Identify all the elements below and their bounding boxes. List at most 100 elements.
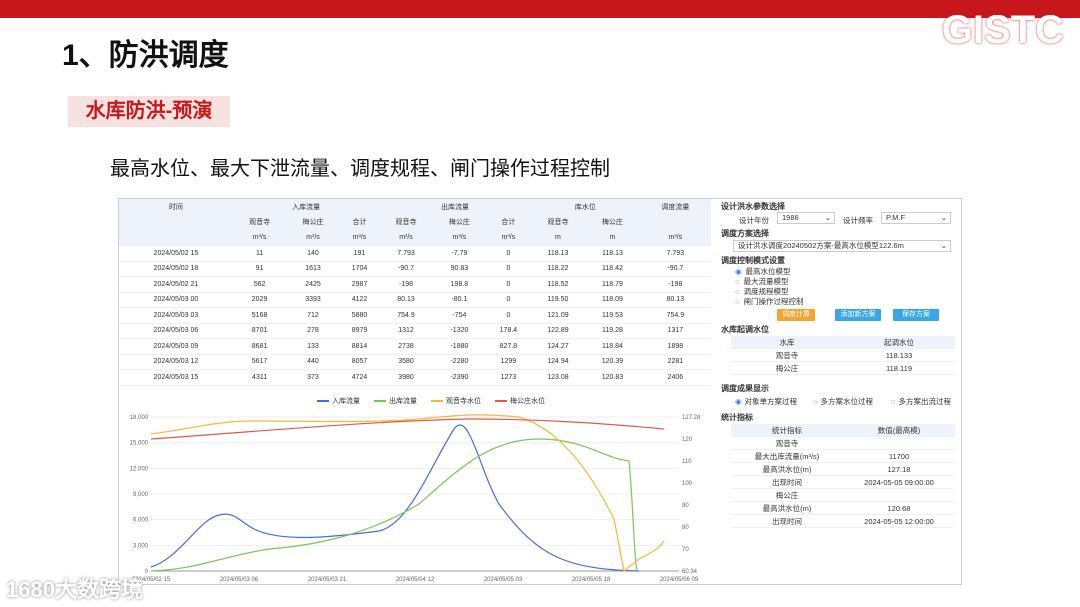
section-flood-params: 设计洪水参数选择 (721, 202, 785, 211)
table-unit: m³/s (339, 230, 380, 246)
kv-cell: 出现时间 (772, 517, 802, 526)
table-subheader (639, 214, 711, 231)
col-group-inflow: 入库流量 (232, 199, 380, 215)
table-subheader: 合计 (486, 214, 531, 231)
year-label: 设计年份 (739, 216, 769, 225)
section-stats: 统计指标 (721, 413, 753, 422)
data-table: 时间 入库流量 出库流量 库水位 调度流量 观音寺 梅公庄 合计 观音寺 梅公庄 合计 观音… (119, 199, 711, 386)
watermark: 1680大数跨境 (6, 577, 143, 602)
table-cell: 8814 (339, 338, 380, 355)
chevron-down-icon: ⌄ (940, 241, 947, 250)
legend-item[interactable]: 入库流量 (317, 398, 360, 405)
result-option[interactable]: ○ 多方案水位过程 (813, 396, 873, 407)
table-cell: 120.83 (585, 369, 640, 386)
mode-option[interactable]: ○ 闸门操作过程控制 (735, 296, 804, 307)
table-cell: 118.13 (585, 245, 640, 262)
flood-line-chart: 0 3,000 6,000 9,000 12,000 15,000 18,000 60.34 7… (130, 414, 701, 583)
year-select[interactable]: 1986 ⌄ (777, 212, 835, 224)
kv-row[interactable]: 最高洪水位(m) 127.18 (731, 463, 955, 476)
table-cell: 2024/05/02 18 (119, 261, 233, 277)
table-row[interactable]: 2024/05/02 21 562 2425 2987 -198 198.8 0 118.52… (119, 276, 711, 293)
table-cell: 1898 (639, 338, 711, 355)
table-cell: 2024/05/03 09 (119, 338, 233, 355)
table-row[interactable]: 2024/05/03 15 4311 373 4724 3980 -2390 1273 123… (119, 369, 711, 386)
table-row[interactable]: 2024/05/03 12 5617 440 8057 3580 -2280 1299 124… (119, 354, 711, 370)
table-cell: 2024/05/03 03 (119, 307, 233, 324)
table-cell: 0 (486, 276, 531, 293)
plan-value: 设计洪水调度20240502方案-最高水位模型122.6m (738, 241, 904, 250)
table-cell: 118.22 (530, 261, 586, 277)
legend-label: 观音寺水位 (446, 398, 481, 405)
guanyinsi-level-line (150, 414, 665, 573)
table-cell: 1317 (639, 323, 711, 339)
table-cell: 2024/05/02 15 (119, 245, 233, 262)
save-plan-button[interactable]: 保存方案 (893, 309, 939, 321)
table-subheader: 梅公庄 (585, 214, 640, 231)
table-cell: 754.9 (639, 307, 711, 324)
table-cell: 122.89 (530, 323, 586, 339)
table-row[interactable]: 2024/05/02 18 91 1613 1704 -90.7 90.83 0 118.22… (119, 261, 711, 277)
table-row[interactable]: 2024/05/03 06 8701 278 8979 1312 -1320 178.4 12… (119, 323, 711, 339)
table-cell: 118.13 (530, 245, 586, 262)
kv-row[interactable]: 观音寺 118.133 (731, 349, 955, 362)
table-cell: 7.793 (379, 245, 433, 262)
table-row[interactable]: 2024/05/02 15 11 140 191 7.793 -7.79 0 118.13 11… (119, 245, 711, 262)
section-results: 调度成果显示 (721, 384, 769, 393)
kv-cell: 梅公庄 (775, 491, 799, 500)
table-cell: 124.27 (530, 338, 586, 355)
section-start-level: 水库起调水位 (721, 325, 769, 334)
table-cell: 123.08 (530, 369, 586, 386)
freq-label: 设计频率 (843, 216, 873, 225)
table-cell: 2024/05/03 15 (119, 369, 233, 386)
table-cell: 1312 (379, 323, 433, 339)
table-cell: 119.53 (585, 307, 640, 324)
col-group-time: 时间 (119, 199, 233, 215)
plan-select[interactable]: 设计洪水调度20240502方案-最高水位模型122.6m ⌄ (733, 240, 951, 252)
kv-cell: 观音寺 (775, 439, 799, 448)
legend-swatch (495, 400, 507, 403)
y-right-tick-label: 110 (682, 459, 692, 465)
year-value: 1986 (782, 213, 799, 222)
table-cell: 4122 (339, 292, 380, 308)
table-cell: 2024/05/02 21 (119, 276, 233, 293)
table-unit: m³/s (379, 230, 433, 246)
y-left-tick-label: 18,000 (130, 415, 149, 421)
kv-row[interactable]: 出现时间 2024-05-05 12:00:00 (731, 515, 955, 528)
add-plan-button[interactable]: 添加新方案 (835, 309, 881, 321)
legend-item[interactable]: 梅公庄水位 (495, 398, 545, 405)
table-row[interactable]: 2024/05/03 09 8681 133 8814 2738 -1880 827.8 12… (119, 338, 711, 355)
kv-row[interactable]: 最大出库流量(m³/s) 11700 (731, 450, 955, 463)
table-cell: 5168 (232, 307, 287, 324)
table-cell: 4724 (339, 369, 380, 386)
table-cell: 80.13 (379, 292, 433, 308)
kv-row[interactable]: 最高洪水位(m) 120.68 (731, 502, 955, 515)
calculate-button[interactable]: 调度计算 (777, 309, 815, 321)
kv-row[interactable]: 梅公庄 (731, 489, 955, 502)
table-cell: 2425 (286, 276, 340, 293)
kv-row[interactable]: 梅公庄 118.119 (731, 362, 955, 375)
y-left-tick-label: 0 (145, 569, 149, 575)
kv-row[interactable]: 观音寺 (731, 437, 955, 450)
table-row[interactable]: 2024/05/03 00 2029 3393 4122 80.13 -80.1 0 119.… (119, 292, 711, 308)
table-cell: -90.7 (639, 261, 711, 277)
table-row[interactable]: 2024/05/03 03 5168 712 5880 754.9 -754 0 121.09… (119, 307, 711, 324)
freq-select[interactable]: P.M.F ⌄ (881, 212, 951, 224)
kv-cell: 127.18 (887, 465, 911, 474)
legend-item[interactable]: 观音寺水位 (431, 398, 481, 405)
legend-item[interactable]: 出库流量 (374, 398, 417, 405)
result-option[interactable]: ◉ 对象单方案过程 (735, 396, 797, 407)
table-unit: m (530, 230, 586, 246)
table-cell: 754.9 (379, 307, 433, 324)
kv-row[interactable]: 出现时间 2024-05-05 09:00:00 (731, 476, 955, 489)
table-cell: 118.09 (585, 292, 640, 308)
table-cell: 118.52 (530, 276, 586, 293)
kv-head-cell: 数值(最高模) (877, 426, 921, 435)
table-cell: 118.84 (585, 338, 640, 355)
x-tick-label: 2024/05/05 18 (572, 577, 611, 583)
outflow-line (150, 438, 638, 572)
radio-icon: ◉ (735, 397, 742, 406)
gistc-logo: GISTC (941, 8, 1064, 52)
legend-label: 入库流量 (332, 398, 360, 405)
table-cell: 8057 (339, 354, 380, 370)
result-option[interactable]: ○ 多方案出流过程 (891, 396, 951, 407)
